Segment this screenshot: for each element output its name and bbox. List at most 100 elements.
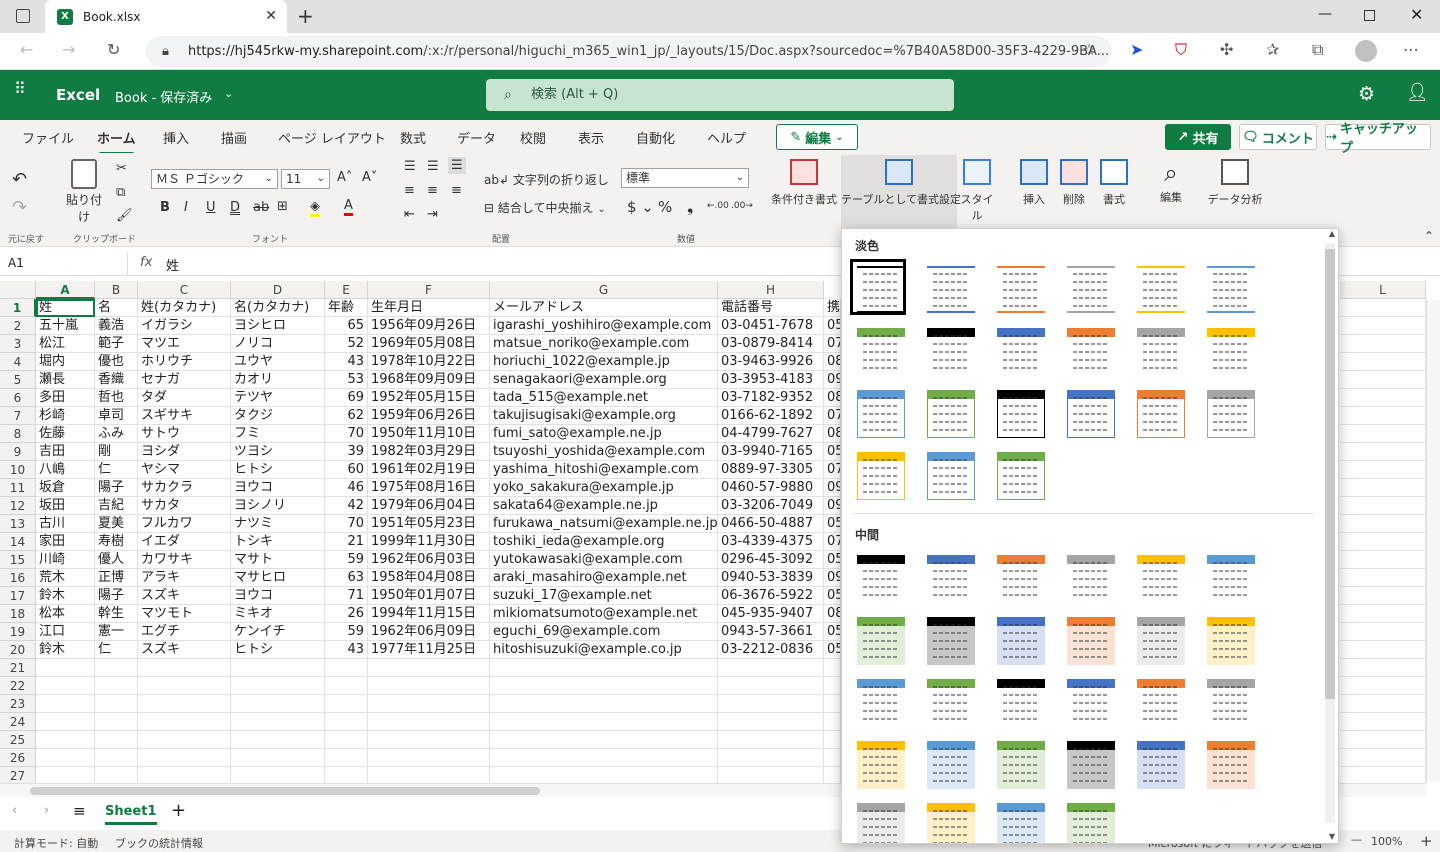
column-header[interactable]: G <box>490 281 718 299</box>
table-style-thumbnail[interactable] <box>1064 738 1115 789</box>
align-bottom-icon[interactable]: ☰ <box>448 157 466 174</box>
formula-input[interactable]: 姓 <box>166 255 179 274</box>
table-cell[interactable] <box>368 749 490 767</box>
grid-vertical-scrollbar[interactable] <box>1426 300 1440 782</box>
table-cell[interactable]: 荒木 <box>36 569 95 587</box>
table-cell[interactable] <box>1340 677 1426 695</box>
table-cell[interactable]: 03-2212-0836 <box>718 641 824 659</box>
table-style-thumbnail[interactable] <box>1064 552 1115 603</box>
table-cell[interactable] <box>95 695 138 713</box>
column-header[interactable]: L <box>1340 281 1426 299</box>
table-cell[interactable]: アラキ <box>138 569 231 587</box>
table-cell[interactable]: 川崎 <box>36 551 95 569</box>
minimize-icon[interactable]: — <box>1318 6 1332 22</box>
align-middle-icon[interactable]: ☰ <box>427 159 439 174</box>
increase-decimal-icon[interactable]: ←.00 <box>707 201 729 211</box>
table-cell[interactable]: 59 <box>325 623 368 641</box>
header-cell[interactable]: 名 <box>95 299 138 317</box>
table-cell[interactable] <box>138 695 231 713</box>
table-cell[interactable] <box>1340 767 1426 783</box>
table-cell[interactable] <box>325 677 368 695</box>
conditional-format-button[interactable]: 条件付き書式 <box>768 159 840 207</box>
table-cell[interactable]: 59 <box>325 551 368 569</box>
table-style-thumbnail[interactable] <box>1204 676 1255 727</box>
table-cell[interactable] <box>824 677 841 695</box>
table-cell[interactable]: 1975年08月16日 <box>368 479 490 497</box>
table-cell[interactable]: 39 <box>325 443 368 461</box>
analyze-data-button[interactable]: データ分析 <box>1203 159 1267 207</box>
zoom-level[interactable]: 100% <box>1371 835 1402 848</box>
table-cell[interactable] <box>1340 371 1426 389</box>
table-cell[interactable]: ヤシマ <box>138 461 231 479</box>
chevron-down-icon[interactable]: ⌄ <box>224 87 233 100</box>
table-cell[interactable]: 瀬長 <box>36 371 95 389</box>
number-format-select[interactable]: 標準 ⌄ <box>621 168 749 188</box>
table-cell[interactable]: 江口 <box>36 623 95 641</box>
table-cell[interactable]: 多田 <box>36 389 95 407</box>
table-cell[interactable]: 05 <box>824 317 841 335</box>
table-style-thumbnail[interactable] <box>1064 387 1115 438</box>
extensions-puzzle-icon[interactable]: ✣ <box>1220 40 1233 59</box>
table-cell[interactable] <box>1340 335 1426 353</box>
table-cell[interactable]: サカタ <box>138 497 231 515</box>
table-cell[interactable]: 仁 <box>95 461 138 479</box>
row-header[interactable]: 10 <box>0 461 36 479</box>
table-cell[interactable]: マサヒロ <box>231 569 325 587</box>
table-style-thumbnail[interactable] <box>850 259 906 315</box>
table-cell[interactable]: 08 <box>824 605 841 623</box>
edit-mode-button[interactable]: ✎ 編集 ⌄ <box>776 124 858 150</box>
table-style-thumbnail[interactable] <box>994 676 1045 727</box>
table-cell[interactable]: テツヤ <box>231 389 325 407</box>
table-cell[interactable]: タクジ <box>231 407 325 425</box>
row-header[interactable]: 14 <box>0 533 36 551</box>
prev-sheet-icon[interactable]: ‹ <box>12 803 17 818</box>
decrease-indent-icon[interactable]: ⇤ <box>404 207 415 222</box>
table-cell[interactable] <box>490 749 718 767</box>
table-cell[interactable]: igarashi_yoshihiro@example.com <box>490 317 718 335</box>
table-style-thumbnail[interactable] <box>1134 387 1185 438</box>
table-style-thumbnail[interactable] <box>1204 738 1255 789</box>
bold-icon[interactable]: B <box>160 200 170 215</box>
table-cell[interactable]: 卓司 <box>95 407 138 425</box>
column-header[interactable]: C <box>138 281 231 299</box>
table-style-thumbnail[interactable] <box>994 387 1045 438</box>
borders-icon[interactable]: ⊞ <box>277 199 288 214</box>
select-all-corner[interactable] <box>0 281 36 299</box>
table-cell[interactable] <box>368 695 490 713</box>
table-cell[interactable] <box>824 767 841 783</box>
table-cell[interactable]: ヨシヒロ <box>231 317 325 335</box>
collections-icon[interactable]: ⧉ <box>1312 40 1323 60</box>
table-cell[interactable]: 70 <box>325 425 368 443</box>
table-cell[interactable]: 陽子 <box>95 587 138 605</box>
table-cell[interactable]: 哲也 <box>95 389 138 407</box>
table-cell[interactable]: takujisugisaki@example.org <box>490 407 718 425</box>
strikethrough-icon[interactable]: ab <box>253 200 269 215</box>
table-cell[interactable]: suzuki_17@example.net <box>490 587 718 605</box>
table-style-thumbnail[interactable] <box>1134 614 1185 665</box>
table-cell[interactable]: 1969年05月08日 <box>368 335 490 353</box>
table-cell[interactable]: スギサキ <box>138 407 231 425</box>
table-cell[interactable]: senagakaori@example.org <box>490 371 718 389</box>
sheet-tab-sheet1[interactable]: Sheet1 <box>105 804 157 825</box>
table-cell[interactable] <box>95 731 138 749</box>
table-cell[interactable]: 正博 <box>95 569 138 587</box>
table-cell[interactable] <box>1340 551 1426 569</box>
table-cell[interactable]: 07 <box>824 335 841 353</box>
table-style-thumbnail[interactable] <box>994 449 1045 500</box>
table-style-thumbnail[interactable] <box>924 676 975 727</box>
row-header[interactable]: 11 <box>0 479 36 497</box>
row-header[interactable]: 9 <box>0 443 36 461</box>
table-cell[interactable]: yashima_hitoshi@example.com <box>490 461 718 479</box>
table-cell[interactable]: 03-7182-9352 <box>718 389 824 407</box>
table-cell[interactable]: イガラシ <box>138 317 231 335</box>
table-style-thumbnail[interactable] <box>1204 263 1255 314</box>
favorite-add-icon[interactable]: ☆ <box>1082 40 1096 59</box>
table-style-thumbnail[interactable] <box>1134 676 1185 727</box>
table-cell[interactable]: tada_515@example.net <box>490 389 718 407</box>
table-cell[interactable] <box>138 713 231 731</box>
table-cell[interactable]: horiuchi_1022@example.jp <box>490 353 718 371</box>
table-cell[interactable] <box>368 659 490 677</box>
tab-help[interactable]: ヘルプ <box>707 128 746 147</box>
currency-icon[interactable]: $ ⌄ <box>627 198 654 216</box>
table-style-thumbnail[interactable] <box>854 800 905 843</box>
